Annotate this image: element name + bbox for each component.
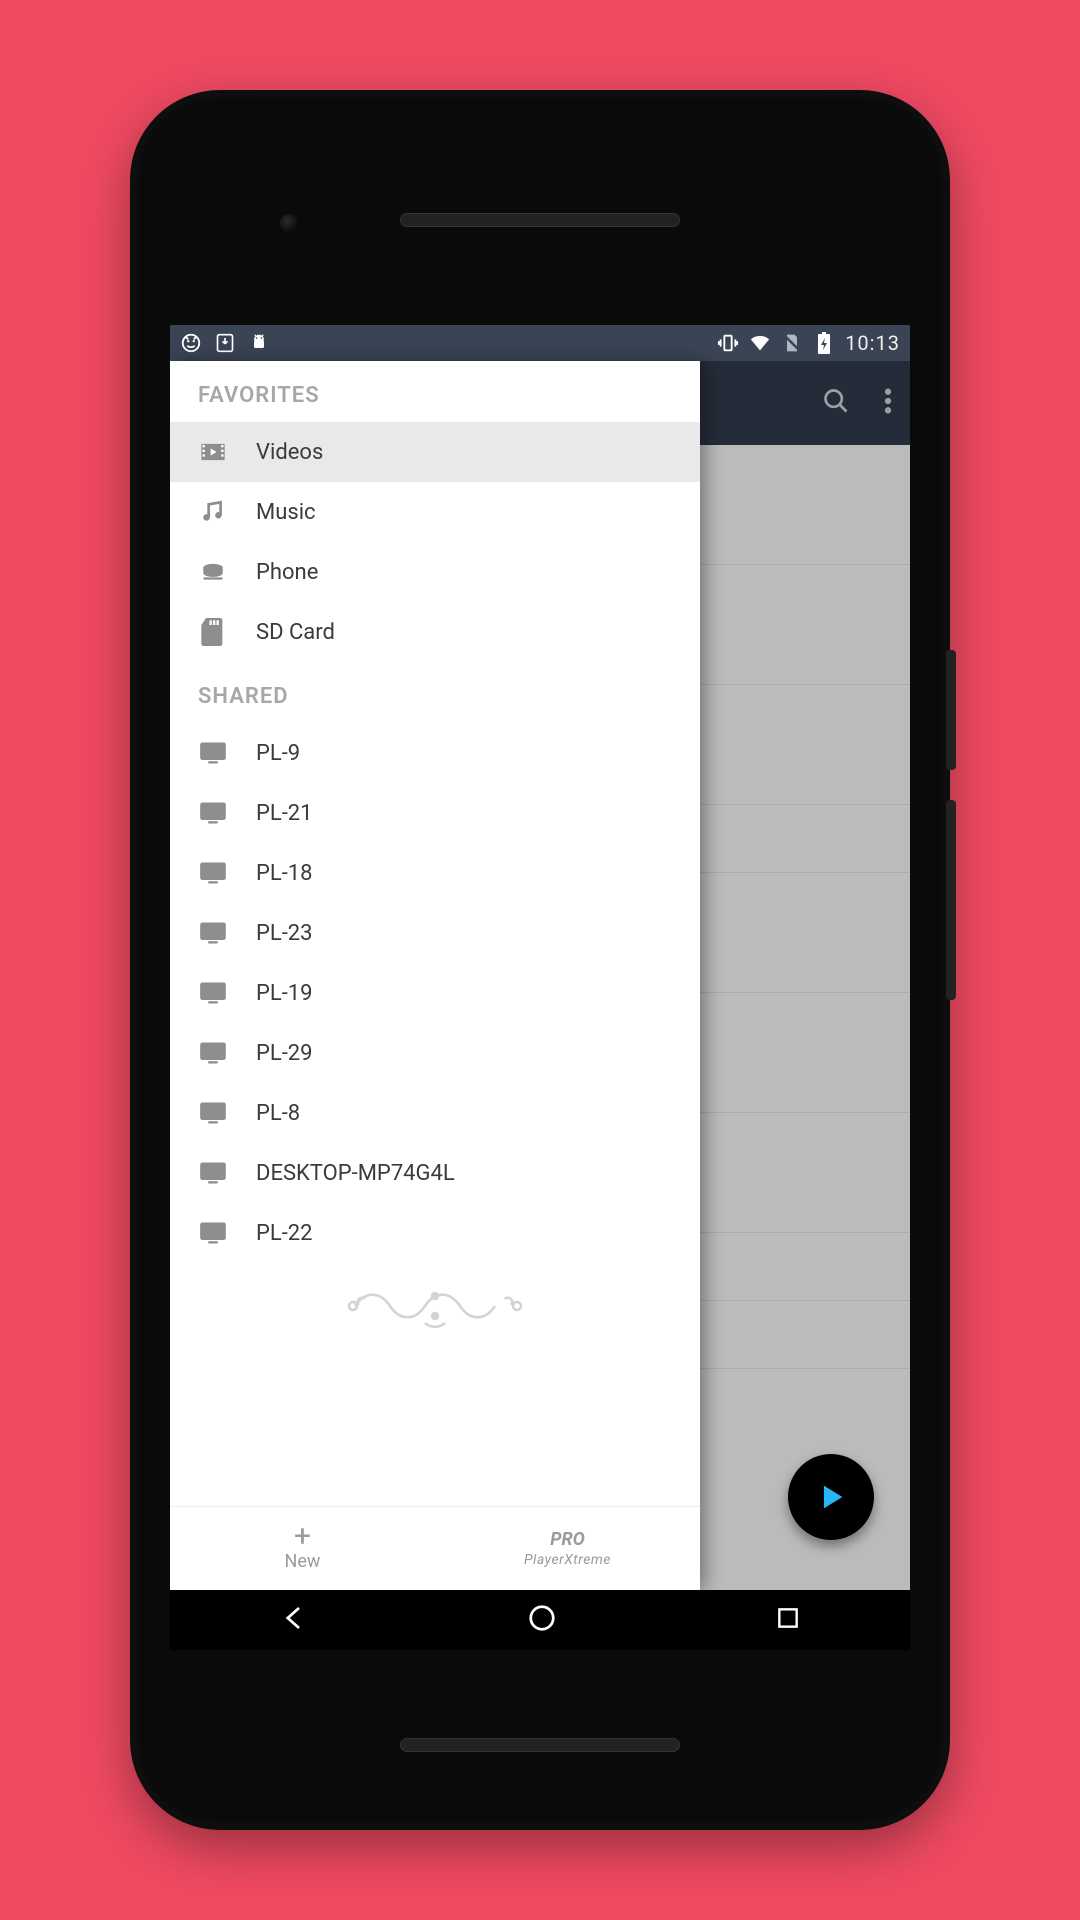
monitor-icon [198,798,228,828]
ornament-icon [170,1263,700,1349]
nav-label: Videos [256,440,323,465]
monitor-icon [198,978,228,1008]
film-icon [198,437,228,467]
favorites-header: FAVORITES [170,361,700,422]
notification-app-icon [180,332,202,354]
bottom-speaker [400,1738,680,1752]
nav-label: Music [256,500,316,525]
nav-label: Phone [256,560,318,585]
monitor-icon [198,918,228,948]
pro-label-top: PRO [550,1529,585,1550]
pro-label-bottom: PlayerXtreme [524,1552,611,1568]
monitor-icon [198,1038,228,1068]
nav-item-shared[interactable]: PL-8 [170,1083,700,1143]
nav-label: PL-18 [256,861,313,886]
front-camera [280,214,298,232]
sdcard-icon [198,617,228,647]
monitor-icon [198,1158,228,1188]
status-bar: 10:13 [170,325,910,361]
storage-icon [198,557,228,587]
plus-icon: + [294,1525,311,1549]
monitor-icon [198,1098,228,1128]
nav-item-videos[interactable]: Videos [170,422,700,482]
nav-label: PL-9 [256,741,300,766]
screen: 10:13 text_streams_.mp4 nimoca.google.st… [170,325,910,1650]
nav-label: PL-19 [256,981,313,1006]
nav-label: PL-23 [256,921,313,946]
play-icon [814,1480,848,1514]
nav-label: SD Card [256,620,335,645]
volume-button [946,800,956,1000]
nav-item-sdcard[interactable]: SD Card [170,602,700,662]
new-label: New [285,1551,321,1572]
power-button [946,650,956,770]
status-clock: 10:13 [845,331,900,355]
new-button[interactable]: + New [170,1507,435,1590]
shared-header: SHARED [170,662,700,723]
monitor-icon [198,858,228,888]
nav-item-shared[interactable]: PL-9 [170,723,700,783]
recent-button[interactable] [775,1605,801,1635]
nav-label: DESKTOP-MP74G4L [256,1161,455,1186]
download-icon [214,332,236,354]
nav-item-shared[interactable]: DESKTOP-MP74G4L [170,1143,700,1203]
nav-item-phone[interactable]: Phone [170,542,700,602]
music-icon [198,497,228,527]
nav-label: PL-21 [256,801,313,826]
nav-label: PL-22 [256,1221,313,1246]
wifi-icon [749,332,771,354]
phone-frame: 10:13 text_streams_.mp4 nimoca.google.st… [130,90,950,1830]
earpiece-speaker [400,213,680,227]
nav-item-shared[interactable]: PL-23 [170,903,700,963]
home-button[interactable] [527,1603,557,1637]
monitor-icon [198,1218,228,1248]
vibrate-icon [717,332,739,354]
nav-item-music[interactable]: Music [170,482,700,542]
monitor-icon [198,738,228,768]
nav-item-shared[interactable]: PL-19 [170,963,700,1023]
android-icon [248,332,270,354]
back-button[interactable] [279,1603,309,1637]
system-nav-bar [170,1590,910,1650]
nav-label: PL-29 [256,1041,313,1066]
drawer-bottom-bar: + New PRO PlayerXtreme [170,1506,700,1590]
battery-charging-icon [813,332,835,354]
nav-label: PL-8 [256,1101,300,1126]
nav-item-shared[interactable]: PL-18 [170,843,700,903]
nav-item-shared[interactable]: PL-22 [170,1203,700,1263]
nav-item-shared[interactable]: PL-21 [170,783,700,843]
play-fab[interactable] [788,1454,874,1540]
nav-item-shared[interactable]: PL-29 [170,1023,700,1083]
no-sim-icon [781,332,803,354]
navigation-drawer: FAVORITES Videos Music [170,361,700,1590]
pro-button[interactable]: PRO PlayerXtreme [435,1507,700,1590]
